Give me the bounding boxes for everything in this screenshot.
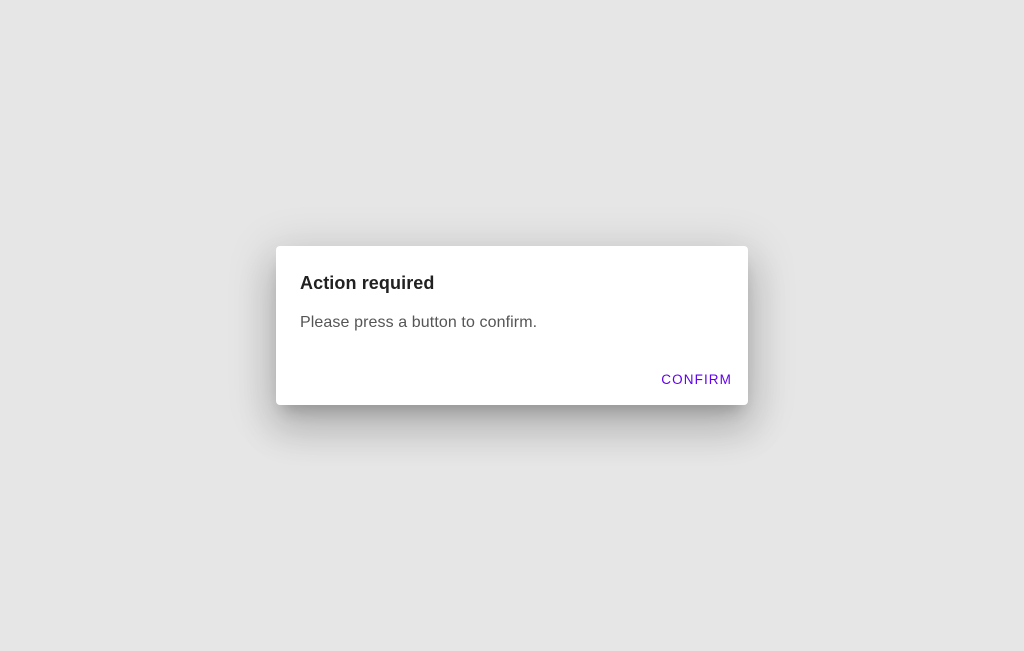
dialog-message: Please press a button to confirm. [300,314,538,331]
confirm-button[interactable]: CONFIRM [653,361,740,397]
confirmation-dialog: Action required Please press a button to… [276,246,748,405]
dialog-actions: CONFIRM [653,361,740,397]
dialog-title: Action required [300,273,435,293]
